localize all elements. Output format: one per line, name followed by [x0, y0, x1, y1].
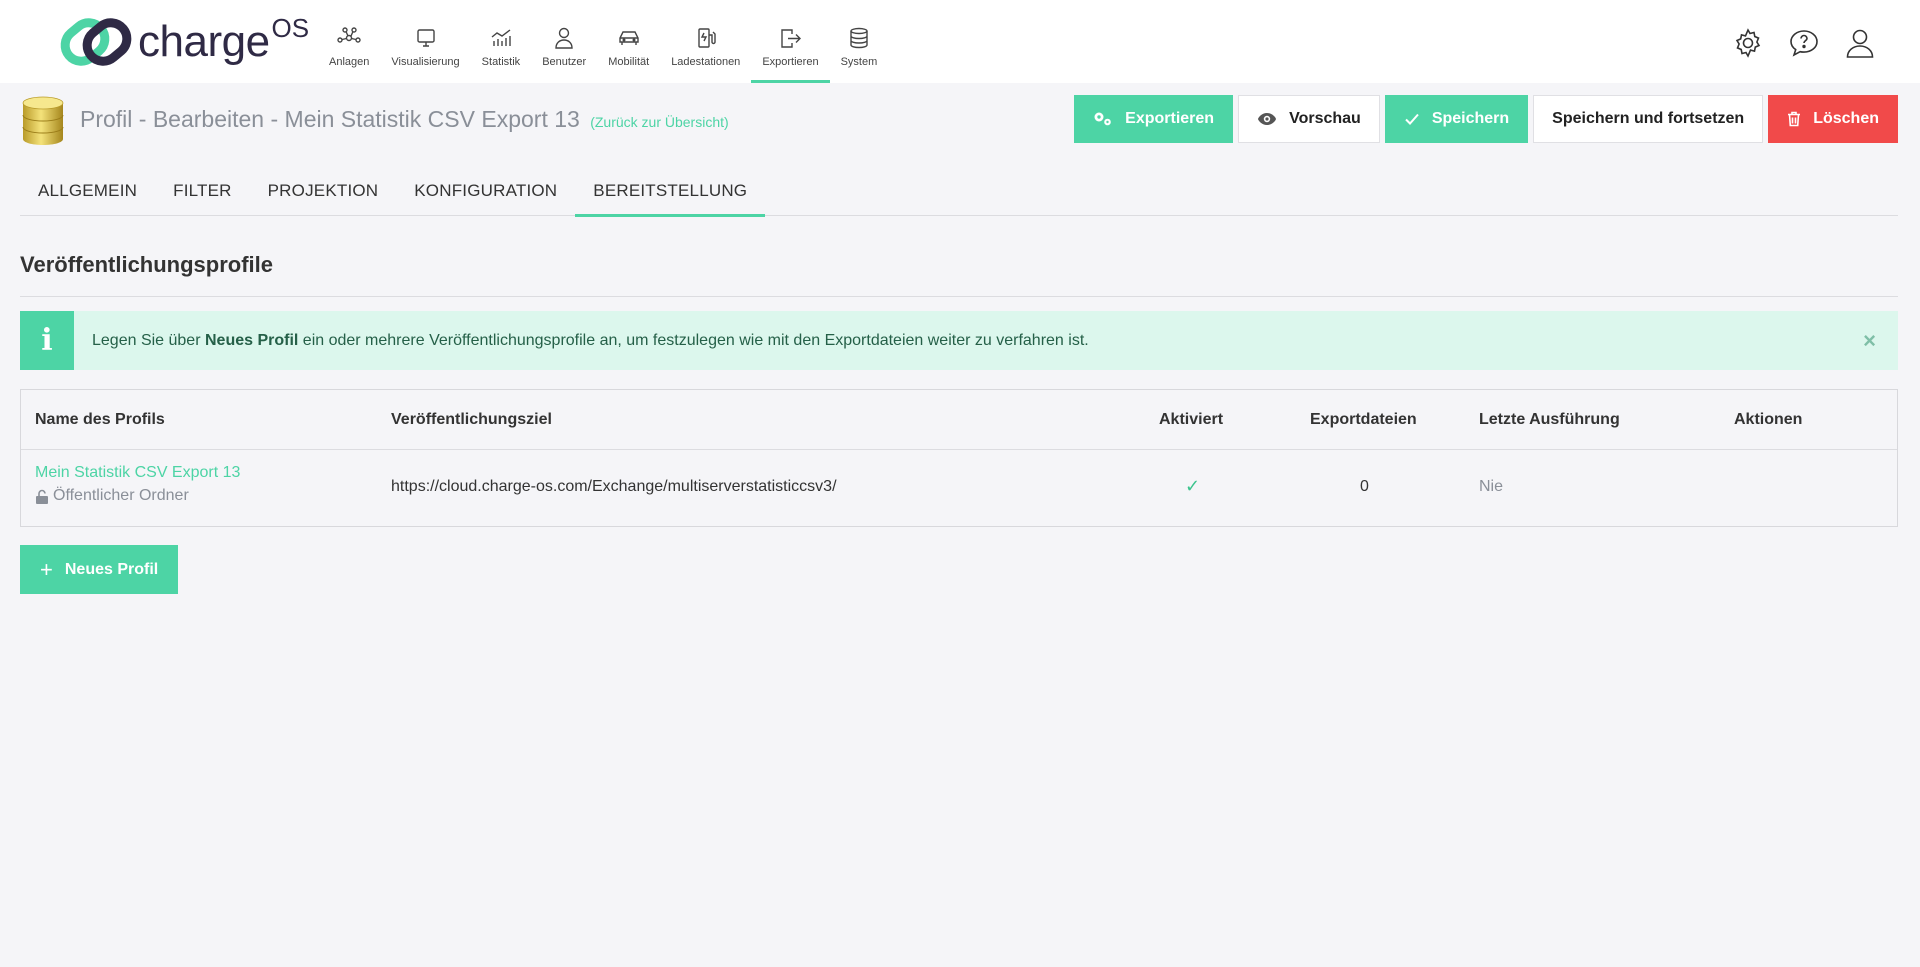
column-header: Aktiviert [1159, 411, 1224, 428]
section-title: Veröffentlichungsprofile [20, 252, 274, 277]
tab-konfiguration[interactable]: KONFIGURATION [396, 166, 575, 216]
preview-button-label: Vorschau [1289, 110, 1361, 127]
page-title: Profil - Bearbeiten - Mein Statistik CSV… [80, 106, 729, 133]
nav-item-benutzer[interactable]: Benutzer [531, 0, 597, 83]
info-text: Legen Sie über Neues Profil ein oder meh… [92, 332, 1089, 350]
logo-text: charge [138, 17, 270, 66]
logo-superscript: OS [271, 12, 310, 43]
info-icon: i [20, 311, 74, 370]
info-text-bold: Neues Profil [204, 331, 299, 349]
chat-help-icon[interactable] [1788, 27, 1820, 59]
logo[interactable]: charge OS [60, 12, 310, 68]
target-url-cell: https://cloud.charge-os.com/Exchange/mul… [391, 478, 837, 495]
gear-icon[interactable] [1732, 27, 1764, 59]
logo-mark-icon [60, 18, 132, 66]
unlock-icon [36, 489, 48, 504]
save-and-continue-label: Speichern und fortsetzen [1552, 110, 1745, 127]
tab-filter[interactable]: FILTER [155, 166, 250, 216]
top-navbar: charge OS Anlagen Visualisierung Statist… [0, 0, 1920, 83]
nav-item-system[interactable]: System [830, 0, 889, 83]
profile-visibility-label: Öffentlicher Ordner [53, 487, 189, 504]
charger-icon [698, 28, 716, 48]
preview-button[interactable]: Vorschau [1238, 95, 1380, 143]
info-text-suffix: ein oder mehrere Veröffentlichungsprofil… [298, 331, 1089, 349]
database-icon [850, 27, 868, 49]
close-icon[interactable]: × [1863, 328, 1876, 354]
export-button[interactable]: Exportieren [1074, 95, 1234, 143]
page-title-text: Profil - Bearbeiten - Mein Statistik CSV… [80, 106, 580, 132]
user-icon [555, 27, 573, 49]
plus-icon: + [40, 556, 53, 582]
column-header: Name des Profils [35, 411, 165, 428]
new-profile-button[interactable]: + Neues Profil [20, 545, 179, 594]
action-toolbar: Exportieren Vorschau Speichern Speichern… [1074, 95, 1898, 143]
column-header: Exportdateien [1310, 411, 1417, 428]
publishing-profiles-table: Name des Profils Veröffentlichungsziel A… [20, 389, 1898, 527]
nav-item-statistik[interactable]: Statistik [471, 0, 532, 83]
trash-icon [1787, 111, 1801, 127]
column-header: Veröffentlichungsziel [391, 411, 552, 428]
column-header: Aktionen [1734, 411, 1803, 428]
nav-label: Benutzer [542, 56, 587, 68]
monitor-icon [416, 29, 435, 47]
tab-projektion[interactable]: PROJEKTION [250, 166, 397, 216]
nav-label: Statistik [481, 56, 521, 68]
nav-label: Ladestationen [671, 56, 741, 68]
save-button-label: Speichern [1431, 110, 1510, 127]
last-run-cell: Nie [1479, 478, 1504, 495]
info-alert: i Legen Sie über Neues Profil ein oder m… [20, 311, 1898, 370]
save-button[interactable]: Speichern [1384, 95, 1529, 143]
delete-button[interactable]: Löschen [1768, 95, 1898, 143]
tab-bereitstellung[interactable]: BEREITSTELLUNG [575, 166, 766, 217]
table-header: Name des Profils Veröffentlichungsziel A… [21, 390, 1897, 450]
nav-label: Visualisierung [391, 56, 460, 68]
car-icon [619, 31, 639, 45]
delete-button-label: Löschen [1813, 110, 1879, 127]
nav-item-anlagen[interactable]: Anlagen [318, 0, 380, 83]
profile-visibility: Öffentlicher Ordner [35, 487, 240, 505]
nav-label: Mobilität [608, 56, 650, 68]
column-header: Letzte Ausführung [1479, 411, 1620, 428]
save-and-continue-button[interactable]: Speichern und fortsetzen [1533, 95, 1764, 143]
activated-check-icon: ✓ [1185, 476, 1201, 496]
info-text-prefix: Legen Sie über [92, 331, 205, 349]
back-to-overview-link[interactable]: (Zurück zur Übersicht) [590, 114, 728, 130]
nav-item-mobilitaet[interactable]: Mobilität [597, 0, 660, 83]
nav-label: Anlagen [329, 56, 370, 68]
chart-icon [491, 29, 511, 46]
user-icon[interactable] [1844, 27, 1876, 59]
profile-name-cell: Mein Statistik CSV Export 13 Öffentliche… [35, 464, 240, 505]
tab-allgemein[interactable]: ALLGEMEIN [20, 166, 155, 216]
nav-item-ladestationen[interactable]: Ladestationen [660, 0, 751, 83]
export-button-label: Exportieren [1125, 110, 1215, 127]
network-icon [337, 27, 361, 43]
new-profile-label: Neues Profil [64, 560, 159, 578]
divider [20, 296, 1898, 297]
nav-item-exportieren[interactable]: Exportieren [751, 0, 830, 83]
tab-bar: ALLGEMEIN FILTER PROJEKTION KONFIGURATIO… [20, 166, 1898, 217]
main-nav: Anlagen Visualisierung Statistik Benutze… [318, 0, 888, 83]
check-icon [1404, 112, 1420, 126]
table-row: Mein Statistik CSV Export 13 Öffentliche… [21, 450, 1897, 526]
top-right-tools [1732, 27, 1876, 59]
nav-label: System [840, 56, 878, 68]
nav-label: Exportieren [762, 56, 819, 68]
database-icon [22, 96, 64, 145]
export-files-count: 0 [1360, 478, 1369, 495]
nav-item-visualisierung[interactable]: Visualisierung [380, 0, 470, 83]
export-icon [781, 29, 802, 48]
profile-name-link[interactable]: Mein Statistik CSV Export 13 [35, 464, 240, 482]
eye-icon [1257, 112, 1277, 126]
gears-icon [1093, 111, 1113, 127]
